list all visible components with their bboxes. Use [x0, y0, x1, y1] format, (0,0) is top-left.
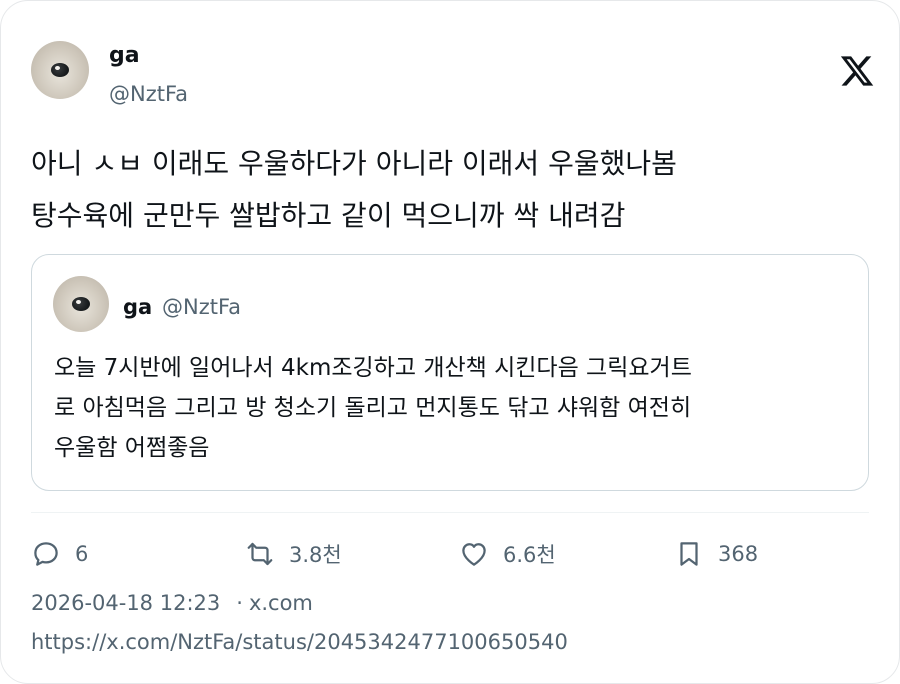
- retweet-button[interactable]: 3.8천: [245, 537, 342, 571]
- tweet-text: 아니 ㅅㅂ 이래도 우울하다가 아니라 이래서 우울했나봄 탕수육에 군만두 쌀…: [31, 138, 851, 242]
- quote-author-avatar: [53, 276, 109, 332]
- author-name[interactable]: ga: [109, 43, 140, 68]
- quote-text: 오늘 7시반에 일어나서 4km조깅하고 개산책 시킨다음 그릭요거트 로 아침…: [54, 348, 854, 468]
- tweet-line: 탕수육에 군만두 쌀밥하고 같이 먹으니까 싹 내려감: [31, 199, 626, 232]
- x-logo-icon[interactable]: [839, 53, 875, 89]
- author-avatar[interactable]: [31, 41, 89, 99]
- quote-line: 로 아침먹음 그리고 방 청소기 돌리고 먼지통도 닦고 샤워함 여전히: [54, 395, 692, 421]
- tweet-meta: 2026-04-18 12:23 · x.com: [31, 591, 313, 615]
- source-link[interactable]: x.com: [249, 591, 313, 615]
- meta-separator: ·: [236, 591, 243, 615]
- avatar-shine: [76, 300, 81, 304]
- timestamp[interactable]: 2026-04-18 12:23: [31, 591, 220, 615]
- bookmark-icon: [680, 542, 698, 566]
- avatar-shine: [55, 66, 60, 70]
- retweet-icon: [247, 542, 273, 566]
- avatar-blob: [51, 63, 69, 77]
- reply-icon: [34, 542, 58, 566]
- quote-author-handle: @NztFa: [162, 295, 241, 319]
- avatar-blob: [72, 297, 90, 311]
- reply-count: 6: [75, 542, 89, 566]
- tweet-line: 아니 ㅅㅂ 이래도 우울하다가 아니라 이래서 우울했나봄: [31, 147, 677, 180]
- divider: [31, 512, 869, 513]
- heart-icon: [462, 543, 486, 566]
- reply-button[interactable]: 6: [31, 537, 88, 571]
- retweet-count: 3.8천: [289, 543, 342, 567]
- bookmark-button[interactable]: 368: [674, 537, 758, 571]
- like-button[interactable]: 6.6천: [459, 537, 556, 571]
- tweet-url[interactable]: https://x.com/NztFa/status/2045342477100…: [31, 630, 568, 654]
- bookmark-count: 368: [718, 542, 759, 566]
- tweet-card: ga @NztFa 아니 ㅅㅂ 이래도 우울하다가 아니라 이래서 우울했나봄 …: [0, 0, 900, 684]
- quote-line: 오늘 7시반에 일어나서 4km조깅하고 개산책 시킨다음 그릭요거트: [54, 355, 692, 381]
- like-count: 6.6천: [503, 543, 556, 567]
- quote-line: 우울함 어쩜좋음: [54, 435, 210, 461]
- author-handle[interactable]: @NztFa: [109, 82, 188, 106]
- quote-author-name: ga: [123, 295, 153, 319]
